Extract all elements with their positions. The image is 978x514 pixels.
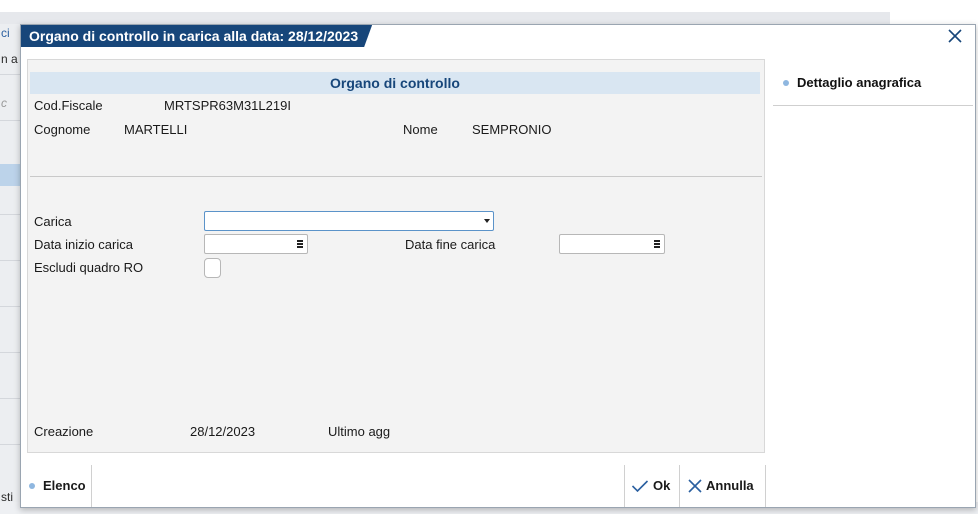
background-fragment: n a [1, 52, 18, 66]
side-item-dettaglio-anagrafica[interactable]: Dettaglio anagrafica [783, 75, 921, 90]
cognome-label: Cognome [34, 122, 91, 137]
background-fragment: ci [1, 26, 10, 40]
bullet-icon [783, 79, 789, 86]
ultimo-agg-label: Ultimo agg [328, 424, 391, 439]
creazione-label: Creazione [34, 424, 94, 439]
close-icon [948, 29, 962, 43]
background-toolbar [0, 12, 890, 24]
escludi-checkbox[interactable] [204, 258, 221, 278]
divider [679, 465, 680, 507]
annulla-button[interactable]: Annulla [687, 465, 754, 507]
background-left-list: ci n a c sti [0, 24, 22, 514]
cod-fiscale-label: Cod.Fiscale [34, 98, 103, 113]
ok-label: Ok [653, 478, 671, 493]
divider [624, 465, 625, 507]
escludi-label: Escludi quadro RO [34, 260, 144, 275]
divider [30, 176, 762, 177]
creazione-value: 28/12/2023 [190, 424, 256, 439]
carica-label: Carica [34, 214, 72, 229]
close-icon [688, 478, 702, 493]
form-panel: Organo di controllo Cod.Fiscale MRTSPR63… [27, 59, 765, 453]
data-inizio-label: Data inizio carica [34, 237, 133, 252]
data-fine-label: Data fine carica [405, 237, 496, 252]
elenco-label: Elenco [43, 478, 86, 493]
elenco-button[interactable]: Elenco [29, 465, 86, 507]
cognome-value: MARTELLI [124, 122, 188, 137]
side-panel: Dettaglio anagrafica [773, 59, 973, 107]
ok-button[interactable]: Ok [631, 465, 670, 507]
background-selected-row [0, 164, 22, 186]
carica-select[interactable] [204, 211, 494, 231]
section-title: Organo di controllo [30, 72, 760, 94]
checkmark-icon [631, 479, 649, 492]
side-item-label: Dettaglio anagrafica [797, 75, 922, 90]
chevron-down-icon [484, 219, 490, 223]
cod-fiscale-value: MRTSPR63M31L219I [164, 98, 291, 113]
bullet-icon [29, 482, 35, 489]
annulla-label: Annulla [706, 478, 754, 493]
data-fine-field[interactable] [559, 234, 665, 254]
divider [91, 465, 92, 507]
background-fragment: c [1, 96, 7, 110]
dialog-title: Organo di controllo in carica alla data:… [21, 25, 372, 47]
data-inizio-field[interactable] [204, 234, 308, 254]
bottom-toolbar: Elenco Ok Annulla [21, 465, 975, 507]
divider [773, 105, 973, 106]
date-picker-icon[interactable] [654, 240, 660, 248]
nome-label: Nome [403, 122, 438, 137]
divider [765, 465, 766, 507]
organo-controllo-dialog: Organo di controllo in carica alla data:… [20, 24, 976, 508]
nome-value: SEMPRONIO [472, 122, 552, 137]
date-picker-icon[interactable] [297, 240, 303, 248]
close-button[interactable] [945, 25, 965, 47]
